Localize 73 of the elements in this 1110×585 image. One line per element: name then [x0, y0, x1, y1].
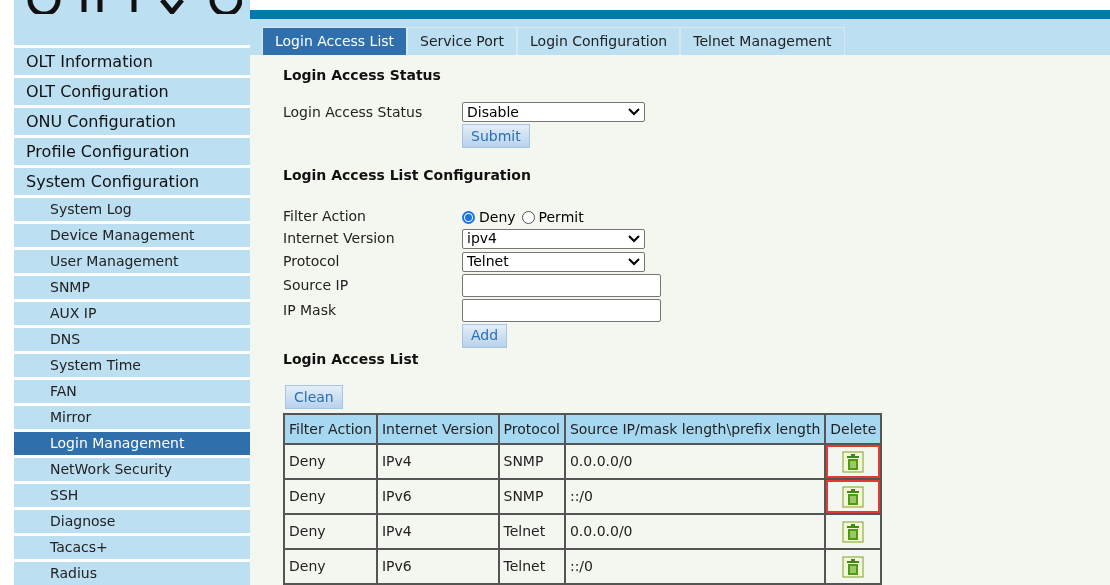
table-cell: Deny: [284, 444, 377, 479]
table-cell: 0.0.0.0/0: [564, 514, 826, 549]
field-label: Login Access Status: [283, 102, 424, 122]
field-label: Protocol: [283, 252, 341, 271]
table-cell: Deny: [284, 549, 377, 584]
section-title: Login Access List: [283, 349, 420, 369]
tab[interactable]: Service Port: [407, 26, 518, 55]
add-button[interactable]: Add: [462, 323, 508, 348]
radio-button[interactable]: [462, 210, 475, 224]
sidebar-subitem[interactable]: SSH: [14, 484, 250, 507]
sidebar-subitem[interactable]: NetWork Security: [14, 458, 250, 481]
chevron-down-icon: [628, 234, 640, 243]
version-select[interactable]: ipv4: [462, 228, 645, 249]
column-header: Source IP/mask length\prefix length: [564, 414, 826, 444]
field-label: IP Mask: [283, 301, 338, 320]
chevron-down-icon: [628, 257, 640, 266]
submit-button[interactable]: Submit: [462, 124, 530, 148]
field-label: Source IP: [283, 276, 350, 295]
input-field[interactable]: [462, 299, 661, 322]
column-header: Internet Version: [376, 414, 499, 444]
sidebar-item[interactable]: OLT Configuration: [14, 78, 250, 105]
table-cell: Deny: [284, 479, 377, 514]
tab[interactable]: Login Access List: [262, 26, 408, 55]
radio-button[interactable]: [521, 210, 535, 224]
table-cell: Telnet: [498, 549, 565, 584]
sidebar-subitem[interactable]: Radius: [14, 562, 250, 585]
tab[interactable]: Telnet Management: [680, 26, 845, 55]
input-field[interactable]: [462, 274, 661, 297]
sidebar-subitem[interactable]: Diagnose: [14, 510, 250, 533]
sidebar-subitem[interactable]: Device Management: [14, 224, 250, 247]
trash-icon[interactable]: [842, 520, 865, 543]
sidebar-subitem[interactable]: User Management: [14, 250, 250, 273]
sidebar-item[interactable]: ONU Configuration: [14, 108, 250, 135]
tab[interactable]: Login Configuration: [517, 26, 681, 55]
protocol-select[interactable]: Telnet: [462, 251, 645, 272]
sidebar-item[interactable]: Profile Configuration: [14, 138, 250, 165]
sidebar-subitem[interactable]: Login Management: [14, 432, 250, 455]
table-cell: ::/0: [564, 549, 826, 584]
sidebar-subitem[interactable]: AUX IP: [14, 302, 250, 325]
sidebar-subitem[interactable]: System Time: [14, 354, 250, 377]
radio-option[interactable]: Deny: [462, 206, 516, 228]
field-label: Filter Action: [283, 206, 367, 226]
table-cell: IPv4: [376, 514, 499, 549]
sidebar-subitem[interactable]: System Log: [14, 198, 250, 221]
table-cell: IPv6: [376, 479, 499, 514]
radio-option[interactable]: Permit: [521, 206, 584, 228]
table-cell: 0.0.0.0/0: [564, 444, 826, 479]
sidebar-item[interactable]: System Configuration: [14, 168, 250, 195]
sidebar-subitem[interactable]: FAN: [14, 380, 250, 403]
field-label: Internet Version: [283, 229, 396, 248]
sidebar-subitem[interactable]: DNS: [14, 328, 250, 351]
chevron-down-icon: [628, 108, 640, 116]
table-cell: Telnet: [498, 514, 565, 549]
table-cell: ::/0: [564, 479, 826, 514]
column-header: Filter Action: [284, 414, 377, 444]
table-cell: Deny: [284, 514, 377, 549]
trash-icon[interactable]: [842, 555, 865, 578]
table-cell: SNMP: [498, 444, 565, 479]
table-cell: IPv6: [376, 549, 499, 584]
column-header: Protocol: [498, 414, 565, 444]
trash-icon[interactable]: [842, 485, 865, 508]
sidebar-subitem[interactable]: SNMP: [14, 276, 250, 299]
sidebar-subitem[interactable]: Mirror: [14, 406, 250, 429]
clean-button[interactable]: Clean: [285, 385, 343, 409]
sidebar-item[interactable]: OLT Information: [14, 48, 250, 75]
table-cell: SNMP: [498, 479, 565, 514]
column-header: Delete: [825, 414, 882, 444]
section-title: Login Access List Configuration: [283, 166, 532, 185]
status-select[interactable]: Disable: [462, 102, 645, 122]
sidebar-subitem[interactable]: Tacacs+: [14, 536, 250, 559]
trash-icon[interactable]: [842, 450, 865, 473]
table-cell: IPv4: [376, 444, 499, 479]
section-title: Login Access Status: [283, 65, 442, 85]
